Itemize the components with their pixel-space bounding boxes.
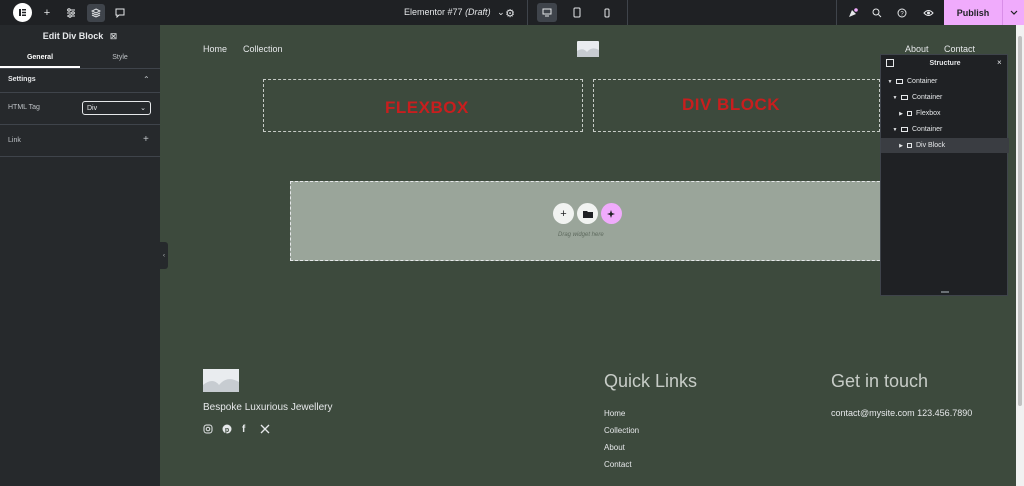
page-settings-gear-icon[interactable]: ⚙ (501, 4, 519, 22)
structure-item-label: Div Block (916, 142, 946, 149)
publish-options-chevron-icon[interactable] (1002, 0, 1024, 25)
tab-general[interactable]: General (0, 54, 80, 68)
document-title[interactable]: Elementor #77 (Draft) ⌄ (404, 7, 505, 18)
footer-link-about[interactable]: About (604, 443, 625, 452)
footer-link-home[interactable]: Home (604, 409, 625, 418)
divider (0, 92, 160, 93)
collapse-panel-chevron-icon[interactable]: ‹ (160, 242, 168, 269)
site-logo-image[interactable] (577, 41, 599, 57)
divider (0, 68, 160, 69)
structure-item-label: Container (907, 78, 938, 85)
document-name: Elementor #77 (404, 7, 463, 17)
mobile-view-icon[interactable] (597, 3, 617, 22)
resize-handle[interactable] (941, 291, 949, 293)
nav-link-contact[interactable]: Contact (944, 44, 975, 54)
footer-logo-image[interactable] (203, 369, 239, 392)
close-icon[interactable]: × (997, 58, 1002, 67)
contact-details: contact@mysite.com 123.456.7890 (831, 408, 973, 418)
structure-item-label: Container (912, 126, 943, 133)
container-icon (901, 95, 908, 100)
elementor-logo-icon[interactable] (13, 3, 32, 22)
container-icon (896, 79, 903, 84)
search-icon[interactable] (868, 4, 886, 22)
add-section-plus-icon[interactable]: + (553, 203, 574, 224)
divider (0, 156, 160, 157)
html-tag-value: Div (87, 104, 98, 112)
link-label[interactable]: Link (8, 137, 21, 144)
settings-section-heading[interactable]: Settings (8, 76, 36, 83)
scrollbar-thumb[interactable] (1018, 36, 1022, 406)
structure-item[interactable]: ▼ Container (881, 90, 1009, 105)
contact-heading: Get in touch (831, 371, 929, 391)
divider (527, 0, 528, 25)
caret-right-icon[interactable]: ▶ (897, 143, 905, 149)
divider (0, 124, 160, 125)
caret-right-icon[interactable]: ▶ (897, 111, 905, 117)
x-twitter-icon[interactable] (260, 424, 270, 437)
structure-item-label: Container (912, 94, 943, 101)
html-tag-label: HTML Tag (8, 104, 40, 111)
structure-panel: Structure × ▼ Container ▼ Container ▶ Fl… (880, 54, 1009, 296)
html-tag-select[interactable]: Div ⌄ (82, 101, 151, 115)
preview-eye-icon[interactable] (919, 4, 937, 22)
add-element-icon[interactable]: + (38, 4, 56, 22)
drag-widget-hint: Drag widget here (558, 232, 604, 238)
divider (836, 0, 837, 25)
document-status: (Draft) (465, 7, 491, 17)
flexbox-icon (907, 111, 912, 116)
comments-icon[interactable] (111, 4, 129, 22)
top-bar: + Elementor #77 (Draft) ⌄ ⚙ ? Publish (0, 0, 1024, 25)
caret-down-icon[interactable]: ▼ (891, 127, 899, 133)
nav-link-collection[interactable]: Collection (243, 44, 283, 54)
tablet-view-icon[interactable] (567, 3, 587, 22)
div-block-text: DIV BLOCK (682, 95, 780, 114)
add-link-plus-icon[interactable]: + (143, 134, 149, 145)
structure-item-label: Flexbox (916, 110, 941, 117)
nav-link-about[interactable]: About (905, 44, 929, 54)
quick-links-heading: Quick Links (604, 371, 698, 391)
notifications-icon[interactable] (843, 4, 861, 22)
template-library-folder-icon[interactable] (577, 203, 598, 224)
nav-link-home[interactable]: Home (203, 44, 227, 54)
footer-link-contact[interactable]: Contact (604, 460, 632, 469)
editor-panel: Edit Div Block ⊠ General Style Settings … (0, 25, 160, 486)
structure-item[interactable]: ▼ Container (881, 122, 1009, 137)
ai-sparkle-icon[interactable] (601, 203, 622, 224)
footer-tagline: Bespoke Luxurious Jewellery (203, 402, 333, 413)
panel-title-text: Edit Div Block (42, 31, 104, 41)
structure-title: Structure (929, 60, 961, 67)
publish-button[interactable]: Publish (944, 0, 1002, 25)
div-block-icon (907, 143, 912, 148)
close-icon[interactable]: ⊠ (110, 31, 118, 41)
instagram-icon[interactable] (203, 424, 213, 437)
desktop-view-icon[interactable] (537, 3, 557, 22)
flexbox-text: FLEXBOX (385, 98, 469, 117)
container-icon (901, 127, 908, 132)
chevron-down-icon: ⌄ (140, 105, 146, 112)
structure-item-selected[interactable]: ▶ Div Block (881, 138, 1009, 153)
footer-link-collection[interactable]: Collection (604, 426, 639, 435)
tab-style[interactable]: Style (80, 54, 160, 68)
facebook-icon[interactable]: f (242, 424, 245, 435)
caret-down-icon[interactable]: ▼ (891, 95, 899, 101)
site-settings-icon[interactable] (62, 4, 80, 22)
structure-icon[interactable] (87, 4, 105, 22)
caret-down-icon[interactable]: ▼ (886, 79, 894, 85)
help-icon[interactable]: ? (893, 4, 911, 22)
structure-item[interactable]: ▼ Container (881, 74, 1009, 89)
pinterest-icon[interactable]: p (222, 424, 232, 437)
structure-item[interactable]: ▶ Flexbox (881, 106, 1009, 121)
svg-text:p: p (225, 427, 229, 434)
chevron-up-icon[interactable]: ⌃ (143, 75, 150, 84)
divider (627, 0, 628, 25)
panel-title: Edit Div Block ⊠ (0, 31, 160, 42)
panel-tabs: General Style (0, 54, 160, 68)
